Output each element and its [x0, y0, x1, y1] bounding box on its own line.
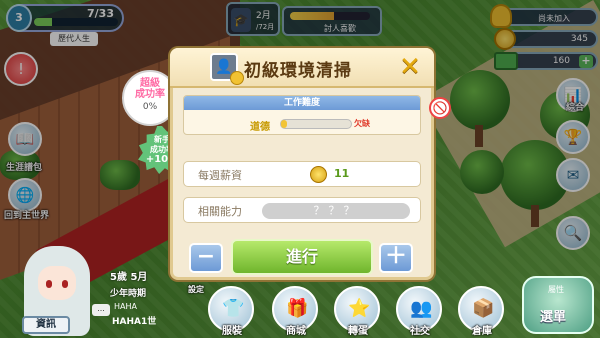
setting-label: 設定 — [188, 285, 204, 294]
moral-warning: 欠缺 — [354, 119, 370, 128]
job-icon: 👤 — [210, 53, 244, 85]
clothes-label: 服裝 — [222, 326, 242, 337]
wage-row: 每週薪資 11 — [183, 161, 421, 187]
avatar-face — [38, 266, 76, 300]
dialog-header: 👤 初級環境清掃 ✕ — [170, 48, 434, 88]
medal-icon — [230, 71, 244, 85]
gacha-label: 轉蛋 — [348, 326, 368, 337]
menu-label: 選單 — [540, 310, 567, 325]
player-name-row: ... HAHA HAHA1世 — [86, 300, 182, 327]
job-dialog: 👤 初級環境清掃 ✕ 工作難度 道德 欠缺 🚫 每週薪資 11 相關能力 ？？？… — [170, 48, 451, 280]
close-button[interactable]: ✕ — [396, 54, 424, 82]
player-age: 5歲 5月 — [110, 268, 147, 283]
gift-icon: 🎁 — [286, 298, 309, 319]
decrease-button[interactable]: − — [189, 243, 223, 273]
player-name-small: HAHA — [114, 302, 137, 311]
attribute-label: 屬性 — [548, 285, 564, 294]
box-icon: 📦 — [472, 298, 495, 319]
people-icon: 👥 — [410, 298, 433, 319]
ability-row: 相關能力 ？？？ — [183, 197, 421, 223]
main-menu-button[interactable]: 屬性 選單 — [522, 276, 594, 334]
info-button[interactable]: 資訊 — [22, 316, 70, 334]
avatar-eye — [62, 280, 68, 288]
difficulty-header: 工作難度 — [184, 96, 420, 110]
proceed-button[interactable]: 進行 — [231, 239, 373, 275]
shirt-icon: 👕 — [222, 298, 245, 319]
novice-title: 新手 — [154, 135, 170, 144]
wage-value: 11 — [334, 167, 350, 180]
player-period: 少年時期 — [110, 289, 147, 299]
no-sign-icon: 🚫 — [429, 97, 451, 119]
moral-bar-fill — [281, 120, 287, 128]
ability-label: 相關能力 — [198, 205, 242, 218]
super-success-rate: 0% — [142, 102, 158, 112]
social-label: 社交 — [410, 326, 430, 337]
player-name: HAHA1世 — [112, 317, 157, 327]
shop-label: 商城 — [286, 326, 306, 337]
avatar-eye — [46, 280, 52, 288]
month-value: 5月 — [130, 272, 148, 283]
moral-label: 道德 — [250, 122, 270, 133]
wage-label: 每週薪資 — [198, 169, 242, 182]
coin-icon — [310, 166, 327, 183]
moral-bar — [280, 119, 352, 129]
dialog-title: 初級環境清掃 — [244, 61, 352, 81]
star-icon: ⭐ — [348, 298, 371, 319]
ability-value: ？？？ — [262, 203, 410, 219]
increase-button[interactable]: ＋ — [379, 243, 413, 273]
difficulty-panel: 工作難度 道德 欠缺 — [183, 95, 421, 135]
super-success-title: 超級 成功率 — [135, 78, 165, 100]
more-button[interactable]: ... — [92, 304, 110, 316]
age-value: 5歲 — [110, 272, 127, 283]
storage-label: 倉庫 — [472, 326, 492, 337]
